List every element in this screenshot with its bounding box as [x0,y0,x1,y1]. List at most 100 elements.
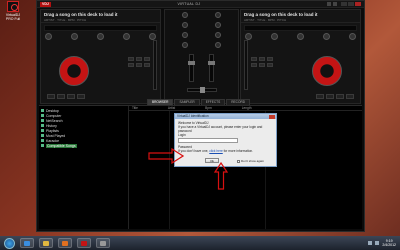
deck-right-knob[interactable] [271,33,278,40]
clock-date: 2/4/2012 [382,243,396,247]
pad-button[interactable] [136,57,142,61]
annotation-arrow-up-icon [214,162,228,190]
system-tray: 9:19 2/4/2012 [368,239,396,247]
pad-button[interactable] [144,63,150,67]
sync-button[interactable] [77,94,85,99]
deck-right-knob[interactable] [297,33,304,40]
eq-mid-knob[interactable] [215,32,222,38]
deck-right-pads [251,57,273,67]
login-field[interactable] [178,138,238,143]
volume-fader-right[interactable] [208,54,216,82]
deck-left-knob[interactable] [97,33,104,40]
deck-left-knob[interactable] [149,33,156,40]
dialog-close-button[interactable] [269,114,275,119]
network-icon[interactable] [368,241,373,245]
pad-button[interactable] [251,57,257,61]
gain-knob[interactable] [181,12,188,18]
taskbar-media[interactable] [58,238,72,248]
config-icon[interactable] [327,2,331,6]
crossfader[interactable] [186,87,217,93]
login-dialog: VirtualDJ Identification Welcome to Virt… [174,113,277,167]
dialog-title: VirtualDJ Identification [177,114,209,118]
pad-button[interactable] [267,63,273,67]
clock[interactable]: 9:19 2/4/2012 [382,239,396,247]
play-button[interactable] [326,94,334,99]
click-here-link[interactable]: click here [209,149,222,153]
dialog-title-bar: VirtualDJ Identification [175,114,276,119]
deck-left-jogwheel[interactable] [59,56,89,86]
pad-button[interactable] [128,63,134,67]
deck-right-song-sub: ARTIST · TITLE · BPM · PITCH [244,18,287,22]
minimize-button[interactable] [341,2,347,6]
deck-left-knobs [41,33,160,40]
pad-button[interactable] [128,57,134,61]
mixer-knob-row [165,30,238,40]
app-icon [100,241,106,246]
deck-left-waveform[interactable] [44,25,157,31]
maximize-button[interactable] [348,2,354,6]
eq-high-knob[interactable] [181,22,188,28]
pad-button[interactable] [259,57,265,61]
sync-button[interactable] [346,94,354,99]
virtualdj-taskbar-icon [81,241,87,246]
stop-button[interactable] [67,94,75,99]
deck-left-knob[interactable] [123,33,130,40]
deck-right-song-info: Drag a song on this deck to load it ARTI… [241,10,360,23]
tree-item-label: Playlists [46,128,59,133]
titlebar-tools [327,2,337,6]
volume-icon[interactable] [375,241,380,245]
help-icon[interactable] [333,2,337,6]
volume-fader-left[interactable] [187,54,195,82]
deck-right-waveform[interactable] [244,25,357,31]
column-header-length[interactable]: Length [242,106,252,110]
tree-item-label: Computer [46,113,62,118]
internet-explorer-icon [24,241,30,246]
eq-low-knob[interactable] [215,42,222,48]
stop-button[interactable] [336,94,344,99]
deck-left-knob[interactable] [71,33,78,40]
dont-show-again-option[interactable]: Don't show again [237,159,264,163]
dialog-body: Welcome to VirtualDJ If you have a Virtu… [175,119,276,155]
column-header-bpm[interactable]: Bpm [205,106,212,110]
deck-right-jogwheel[interactable] [312,56,342,86]
column-divider [169,111,170,229]
deck-right-knob[interactable] [349,33,356,40]
deck-right-knob[interactable] [245,33,252,40]
dialog-instructions: If you have a VirtualDJ account, please … [178,125,263,133]
taskbar: 9:19 2/4/2012 [0,236,400,250]
eq-low-knob[interactable] [181,42,188,48]
tree-item-label: NetSearch [46,118,63,123]
column-header-artist[interactable]: Artist [168,106,175,110]
taskbar-virtualdj[interactable] [77,238,91,248]
globe-icon [41,119,44,122]
close-button[interactable] [355,2,361,6]
play-button[interactable] [57,94,65,99]
eq-high-knob[interactable] [215,22,222,28]
tree-item-label: Karaoke [46,138,60,143]
tree-item-compatible-songs[interactable]: Compatible Songs [41,143,126,148]
column-header-title[interactable]: Title [132,106,138,110]
taskbar-explorer[interactable] [39,238,53,248]
taskbar-ie[interactable] [20,238,34,248]
pad-button[interactable] [251,63,257,67]
desktop-icon-virtualdj[interactable]: VirtualDJ PRO Full [3,1,23,25]
deck-left-pads [128,57,150,67]
cue-button[interactable] [47,94,55,99]
deck-right-pitch-slider[interactable] [244,40,248,90]
deck-right-knob[interactable] [323,33,330,40]
deck-right: Drag a song on this deck to load it ARTI… [240,9,361,104]
gain-knob[interactable] [215,12,222,18]
deck-right-transport [316,94,354,99]
eq-mid-knob[interactable] [181,32,188,38]
cue-button[interactable] [316,94,324,99]
taskbar-app[interactable] [96,238,110,248]
start-button[interactable] [4,237,15,249]
deck-left-pitch-slider[interactable] [153,40,157,90]
pad-button[interactable] [259,63,265,67]
dont-show-checkbox[interactable] [237,159,240,163]
deck-left-song-sub: ARTIST · TITLE · BPM · PITCH [44,18,87,22]
deck-left-knob[interactable] [45,33,52,40]
pad-button[interactable] [144,57,150,61]
pad-button[interactable] [136,63,142,67]
pad-button[interactable] [267,57,273,61]
